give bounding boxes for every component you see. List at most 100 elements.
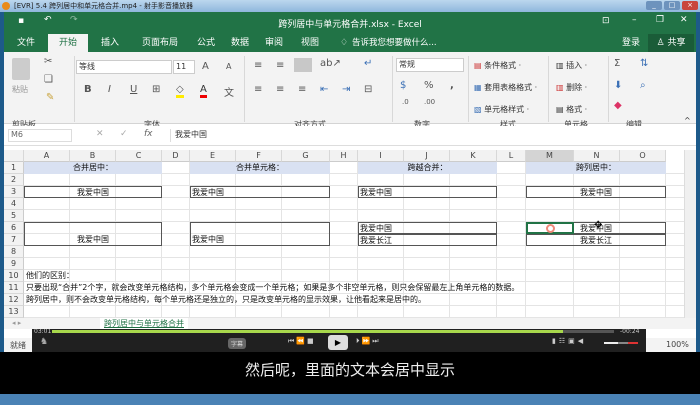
excel-close-button[interactable]: ✕ xyxy=(680,15,688,25)
forward-controls-icon[interactable]: ⏵⏩⏭ xyxy=(356,337,381,346)
tab-insert[interactable]: 插入 xyxy=(92,34,128,52)
align-bottom-icon[interactable] xyxy=(294,58,312,72)
border-icon[interactable]: ⊞ xyxy=(152,84,160,95)
row-header-2[interactable]: 2 xyxy=(4,174,24,186)
section-header[interactable]: 跨越合并： xyxy=(358,162,497,174)
column-header-A[interactable]: A xyxy=(24,150,70,162)
row-header-1[interactable]: 1 xyxy=(4,162,24,174)
tab-data[interactable]: 数据 xyxy=(222,34,258,52)
note-text[interactable]: 他们的区别： xyxy=(26,270,74,282)
row-header-8[interactable]: 8 xyxy=(4,246,24,258)
ribbon-display-icon[interactable]: ⊡ xyxy=(602,16,610,26)
subtitle-button[interactable]: 字幕 xyxy=(228,338,247,349)
column-header-I[interactable]: I xyxy=(358,150,404,162)
formula-input[interactable]: 我爱中国 xyxy=(170,129,680,142)
insert-function-button[interactable]: fx xyxy=(144,129,153,139)
column-header-M[interactable]: M xyxy=(526,150,574,162)
zoom-level[interactable]: 100% xyxy=(666,340,689,349)
increase-indent-icon[interactable]: ⇥ xyxy=(342,84,350,95)
underline-icon[interactable]: U xyxy=(130,84,137,95)
fill-color-icon[interactable]: ◇ xyxy=(176,84,184,98)
fill-icon[interactable]: ⬇ xyxy=(614,80,622,91)
column-header-L[interactable]: L xyxy=(497,150,526,162)
row-header-11[interactable]: 11 xyxy=(4,282,24,294)
name-box[interactable]: M6 xyxy=(8,129,72,142)
column-header-J[interactable]: J xyxy=(404,150,450,162)
merged-cell[interactable]: 我爱中国 xyxy=(190,186,330,198)
note-text[interactable]: 只要出现“合并”2个字，就会改变单元格结构，多个单元格会变成一个单元格；如果是多… xyxy=(26,282,519,294)
row-header-3[interactable]: 3 xyxy=(4,186,24,198)
merged-center-cell[interactable]: 我爱中国 xyxy=(24,186,162,198)
worksheet-grid[interactable]: A B C D E F G H I J K L M N O 1 2 3 4 5 6 7 8 9 10 11 12 13 合并居中： 合并单… xyxy=(4,150,696,318)
sort-filter-icon[interactable]: ⇅ xyxy=(640,58,648,69)
decrease-font-icon[interactable]: A xyxy=(226,62,231,71)
row-header-13[interactable]: 13 xyxy=(4,306,24,318)
vertical-scrollbar[interactable] xyxy=(684,150,696,318)
excel-minimize-button[interactable]: – xyxy=(632,15,637,25)
increase-decimal-icon[interactable]: .0 xyxy=(402,98,409,106)
merge-across-cell[interactable]: 我爱中国 xyxy=(358,186,497,198)
insert-cells-button[interactable]: ▥ 插入 · xyxy=(556,60,587,71)
section-header[interactable]: 合并居中： xyxy=(24,162,162,174)
center-across-cell[interactable]: 我爱长江 xyxy=(526,234,666,246)
number-format-select[interactable]: 常规 xyxy=(396,58,464,72)
font-size-select[interactable]: 11 xyxy=(173,60,195,74)
merge-across-cell[interactable]: 我爱中国 xyxy=(358,222,497,234)
orientation-icon[interactable]: ab↗ xyxy=(320,58,341,69)
column-header-B[interactable]: B xyxy=(70,150,116,162)
volume-slider[interactable] xyxy=(604,342,638,344)
merge-center-icon[interactable]: ⊟ xyxy=(364,84,372,95)
column-header-G[interactable]: G xyxy=(282,150,330,162)
row-header-12[interactable]: 12 xyxy=(4,294,24,306)
column-header-F[interactable]: F xyxy=(236,150,282,162)
paste-icon[interactable] xyxy=(12,58,30,80)
sheet-nav-arrows-icon[interactable]: ◂ ▸ xyxy=(12,318,21,329)
row-header-9[interactable]: 9 xyxy=(4,258,24,270)
center-across-cell[interactable]: 我爱中国 xyxy=(526,186,666,198)
tell-me-search[interactable]: 告诉我您想要做什么... xyxy=(352,34,437,52)
bold-icon[interactable]: B xyxy=(84,84,92,95)
select-all-button[interactable] xyxy=(4,150,24,162)
conditional-format-button[interactable]: ▤ 条件格式 · xyxy=(474,60,521,71)
play-button[interactable]: ▶ xyxy=(328,335,348,350)
font-color-icon[interactable]: A xyxy=(200,84,207,98)
copy-icon[interactable]: ❏ xyxy=(44,74,53,85)
find-icon[interactable]: ⌕ xyxy=(640,80,646,91)
format-as-table-button[interactable]: ▦ 套用表格格式 · xyxy=(474,82,537,93)
tab-file[interactable]: 文件 xyxy=(8,34,44,52)
merged-center-cell[interactable]: 我爱中国 xyxy=(24,222,162,246)
tab-view[interactable]: 视图 xyxy=(292,34,328,52)
delete-cells-button[interactable]: ▥ 删除 · xyxy=(556,82,587,93)
section-header[interactable]: 跨列居中： xyxy=(526,162,666,174)
maximize-button[interactable]: □ xyxy=(664,1,680,10)
collapse-ribbon-icon[interactable]: ^ xyxy=(684,116,691,125)
row-header-5[interactable]: 5 xyxy=(4,210,24,222)
percent-icon[interactable]: % xyxy=(424,80,434,91)
cell-styles-button[interactable]: ▧ 单元格样式 · xyxy=(474,104,529,115)
row-header-6[interactable]: 6 xyxy=(4,222,24,234)
share-button[interactable]: 共享 xyxy=(667,38,685,48)
row-header-10[interactable]: 10 xyxy=(4,270,24,282)
cut-icon[interactable]: ✂ xyxy=(44,56,52,67)
progress-bar[interactable] xyxy=(52,330,614,333)
comma-icon[interactable]: , xyxy=(450,80,454,91)
cancel-icon[interactable]: ✕ xyxy=(96,129,104,139)
row-header-7[interactable]: 7 xyxy=(4,234,24,246)
align-center-icon[interactable]: ≡ xyxy=(276,84,284,95)
login-button[interactable]: 登录 xyxy=(618,34,644,52)
tab-home[interactable]: 开始 xyxy=(48,34,88,52)
clear-icon[interactable]: ◆ xyxy=(614,100,622,111)
column-header-K[interactable]: K xyxy=(450,150,497,162)
excel-restore-button[interactable]: ❐ xyxy=(656,15,664,25)
decrease-indent-icon[interactable]: ⇤ xyxy=(320,84,328,95)
font-name-select[interactable]: 等线 xyxy=(76,60,172,74)
merge-across-cell[interactable]: 我爱长江 xyxy=(358,234,497,246)
column-header-D[interactable]: D xyxy=(162,150,190,162)
increase-font-icon[interactable]: A xyxy=(202,61,209,72)
align-middle-icon[interactable]: ≡ xyxy=(276,60,284,71)
column-header-C[interactable]: C xyxy=(116,150,162,162)
merged-cell[interactable]: 我爱中国 xyxy=(190,222,330,246)
format-painter-icon[interactable]: ✎ xyxy=(46,92,54,103)
tab-formulas[interactable]: 公式 xyxy=(188,34,224,52)
note-text[interactable]: 跨列居中，则不会改变单元格结构，每个单元格还是独立的，只是改变单元格的显示效果，… xyxy=(26,294,426,306)
